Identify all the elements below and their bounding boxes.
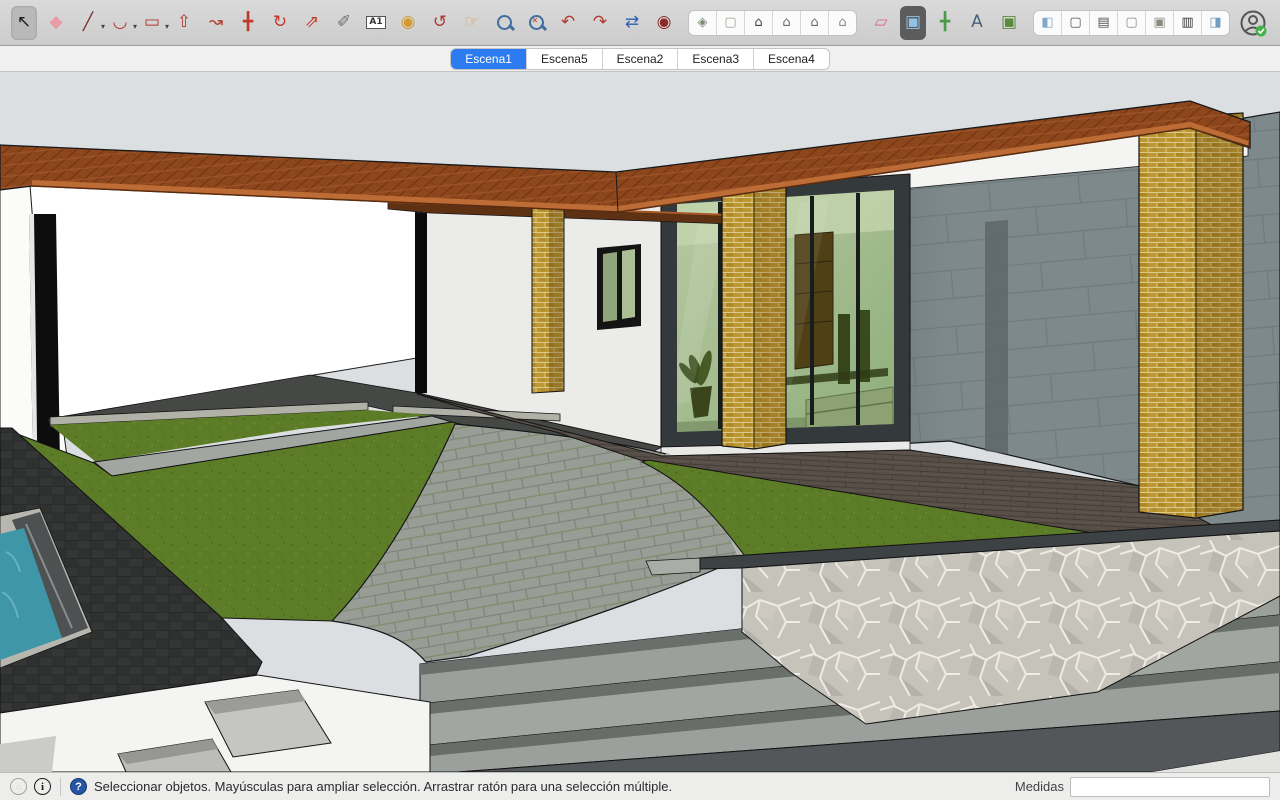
tool-previous-view-icon[interactable]: ↶: [555, 6, 581, 40]
view-right-icon[interactable]: ⌂: [773, 11, 801, 35]
style-x-ray-icon[interactable]: ◧: [1034, 11, 1062, 35]
style-shaded-icon[interactable]: ▣: [1146, 11, 1174, 35]
status-bar: ◌ i ? Seleccionar objetos. Mayúsculas pa…: [0, 772, 1280, 800]
tool-section-plane-icon[interactable]: ▱: [868, 6, 894, 40]
measurements-label: Medidas: [1015, 779, 1064, 794]
tool-orbit-icon[interactable]: ↺: [427, 6, 453, 40]
scene-tab-escena5[interactable]: Escena5: [527, 49, 603, 69]
scene-tab-escena1[interactable]: Escena1: [451, 49, 527, 69]
views-toolbar: ◈▢⌂⌂⌂⌂: [688, 10, 857, 36]
tool-tape-measure-icon[interactable]: ✐: [331, 6, 357, 40]
divider: [60, 778, 61, 796]
tool-move-icon[interactable]: ╋: [235, 6, 261, 40]
tool-rectangle-icon[interactable]: ▭▾: [139, 6, 165, 40]
tool-rotate-icon[interactable]: ↻: [267, 6, 293, 40]
style-hidden-line-icon[interactable]: ▢: [1118, 11, 1146, 35]
tool-add-location-icon[interactable]: ▣: [996, 6, 1022, 40]
style-monochrome-icon[interactable]: ◨: [1202, 11, 1229, 35]
tool-paint-bucket-icon[interactable]: ◉: [395, 6, 421, 40]
tool-zoom-extents-icon[interactable]: ✕: [523, 6, 549, 40]
status-hint: Seleccionar objetos. Mayúsculas para amp…: [94, 779, 672, 794]
tool-3d-text-icon[interactable]: A: [964, 6, 990, 40]
tool-section-display-icon[interactable]: ▣: [900, 6, 926, 40]
measurements-input[interactable]: [1070, 777, 1270, 797]
view-back-icon[interactable]: ⌂: [801, 11, 829, 35]
scene-tab-escena3[interactable]: Escena3: [678, 49, 754, 69]
tool-dimension-icon[interactable]: A1: [363, 6, 389, 40]
tool-line-icon[interactable]: ╱▾: [75, 6, 101, 40]
tool-push-pull-icon[interactable]: ⇧: [171, 6, 197, 40]
scene-tab-group: Escena1Escena5Escena2Escena3Escena4: [450, 48, 830, 70]
tool-send-to-layout-icon[interactable]: ⇄: [619, 6, 645, 40]
styles-toolbar: ◧▢▤▢▣▥◨: [1033, 10, 1230, 36]
style-shaded-textures-icon[interactable]: ▥: [1174, 11, 1202, 35]
tool-follow-me-icon[interactable]: ↝: [203, 6, 229, 40]
tool-position-camera-icon[interactable]: ◉: [651, 6, 677, 40]
scene-tab-escena4[interactable]: Escena4: [754, 49, 829, 69]
small-window: [597, 244, 641, 330]
style-wireframe-icon[interactable]: ▤: [1090, 11, 1118, 35]
sketchup-window: ↖◆╱▾◡▾▭▾⇧↝╋↻⇗✐A1◉↺☞✕↶↷⇄◉◈▢⌂⌂⌂⌂▱▣╋A▣◧▢▤▢▣…: [0, 0, 1280, 800]
help-icon[interactable]: ?: [70, 778, 87, 795]
viewport: [0, 72, 1280, 772]
view-top-icon[interactable]: ▢: [717, 11, 745, 35]
tool-arc-icon[interactable]: ◡▾: [107, 6, 133, 40]
tool-zoom-icon[interactable]: [491, 6, 517, 40]
main-toolbar: ↖◆╱▾◡▾▭▾⇧↝╋↻⇗✐A1◉↺☞✕↶↷⇄◉◈▢⌂⌂⌂⌂▱▣╋A▣◧▢▤▢▣…: [0, 0, 1280, 46]
scene-tab-strip: Escena1Escena5Escena2Escena3Escena4: [0, 46, 1280, 72]
view-front-icon[interactable]: ⌂: [745, 11, 773, 35]
tool-scale-icon[interactable]: ⇗: [299, 6, 325, 40]
geolocation-icon[interactable]: ◌: [10, 778, 27, 795]
tool-pan-icon[interactable]: ☞: [459, 6, 485, 40]
tool-eraser-icon[interactable]: ◆: [43, 6, 69, 40]
viewport-canvas[interactable]: [0, 72, 1280, 772]
tool-select-icon[interactable]: ↖: [11, 6, 37, 40]
scene-tab-escena2[interactable]: Escena2: [603, 49, 679, 69]
tool-next-view-icon[interactable]: ↷: [587, 6, 613, 40]
style-back-edges-icon[interactable]: ▢: [1062, 11, 1090, 35]
view-left-icon[interactable]: ⌂: [829, 11, 856, 35]
account-avatar[interactable]: [1238, 8, 1268, 38]
tool-axes-icon[interactable]: ╋: [932, 6, 958, 40]
attribution-icon[interactable]: i: [34, 778, 51, 795]
view-iso-icon[interactable]: ◈: [689, 11, 717, 35]
